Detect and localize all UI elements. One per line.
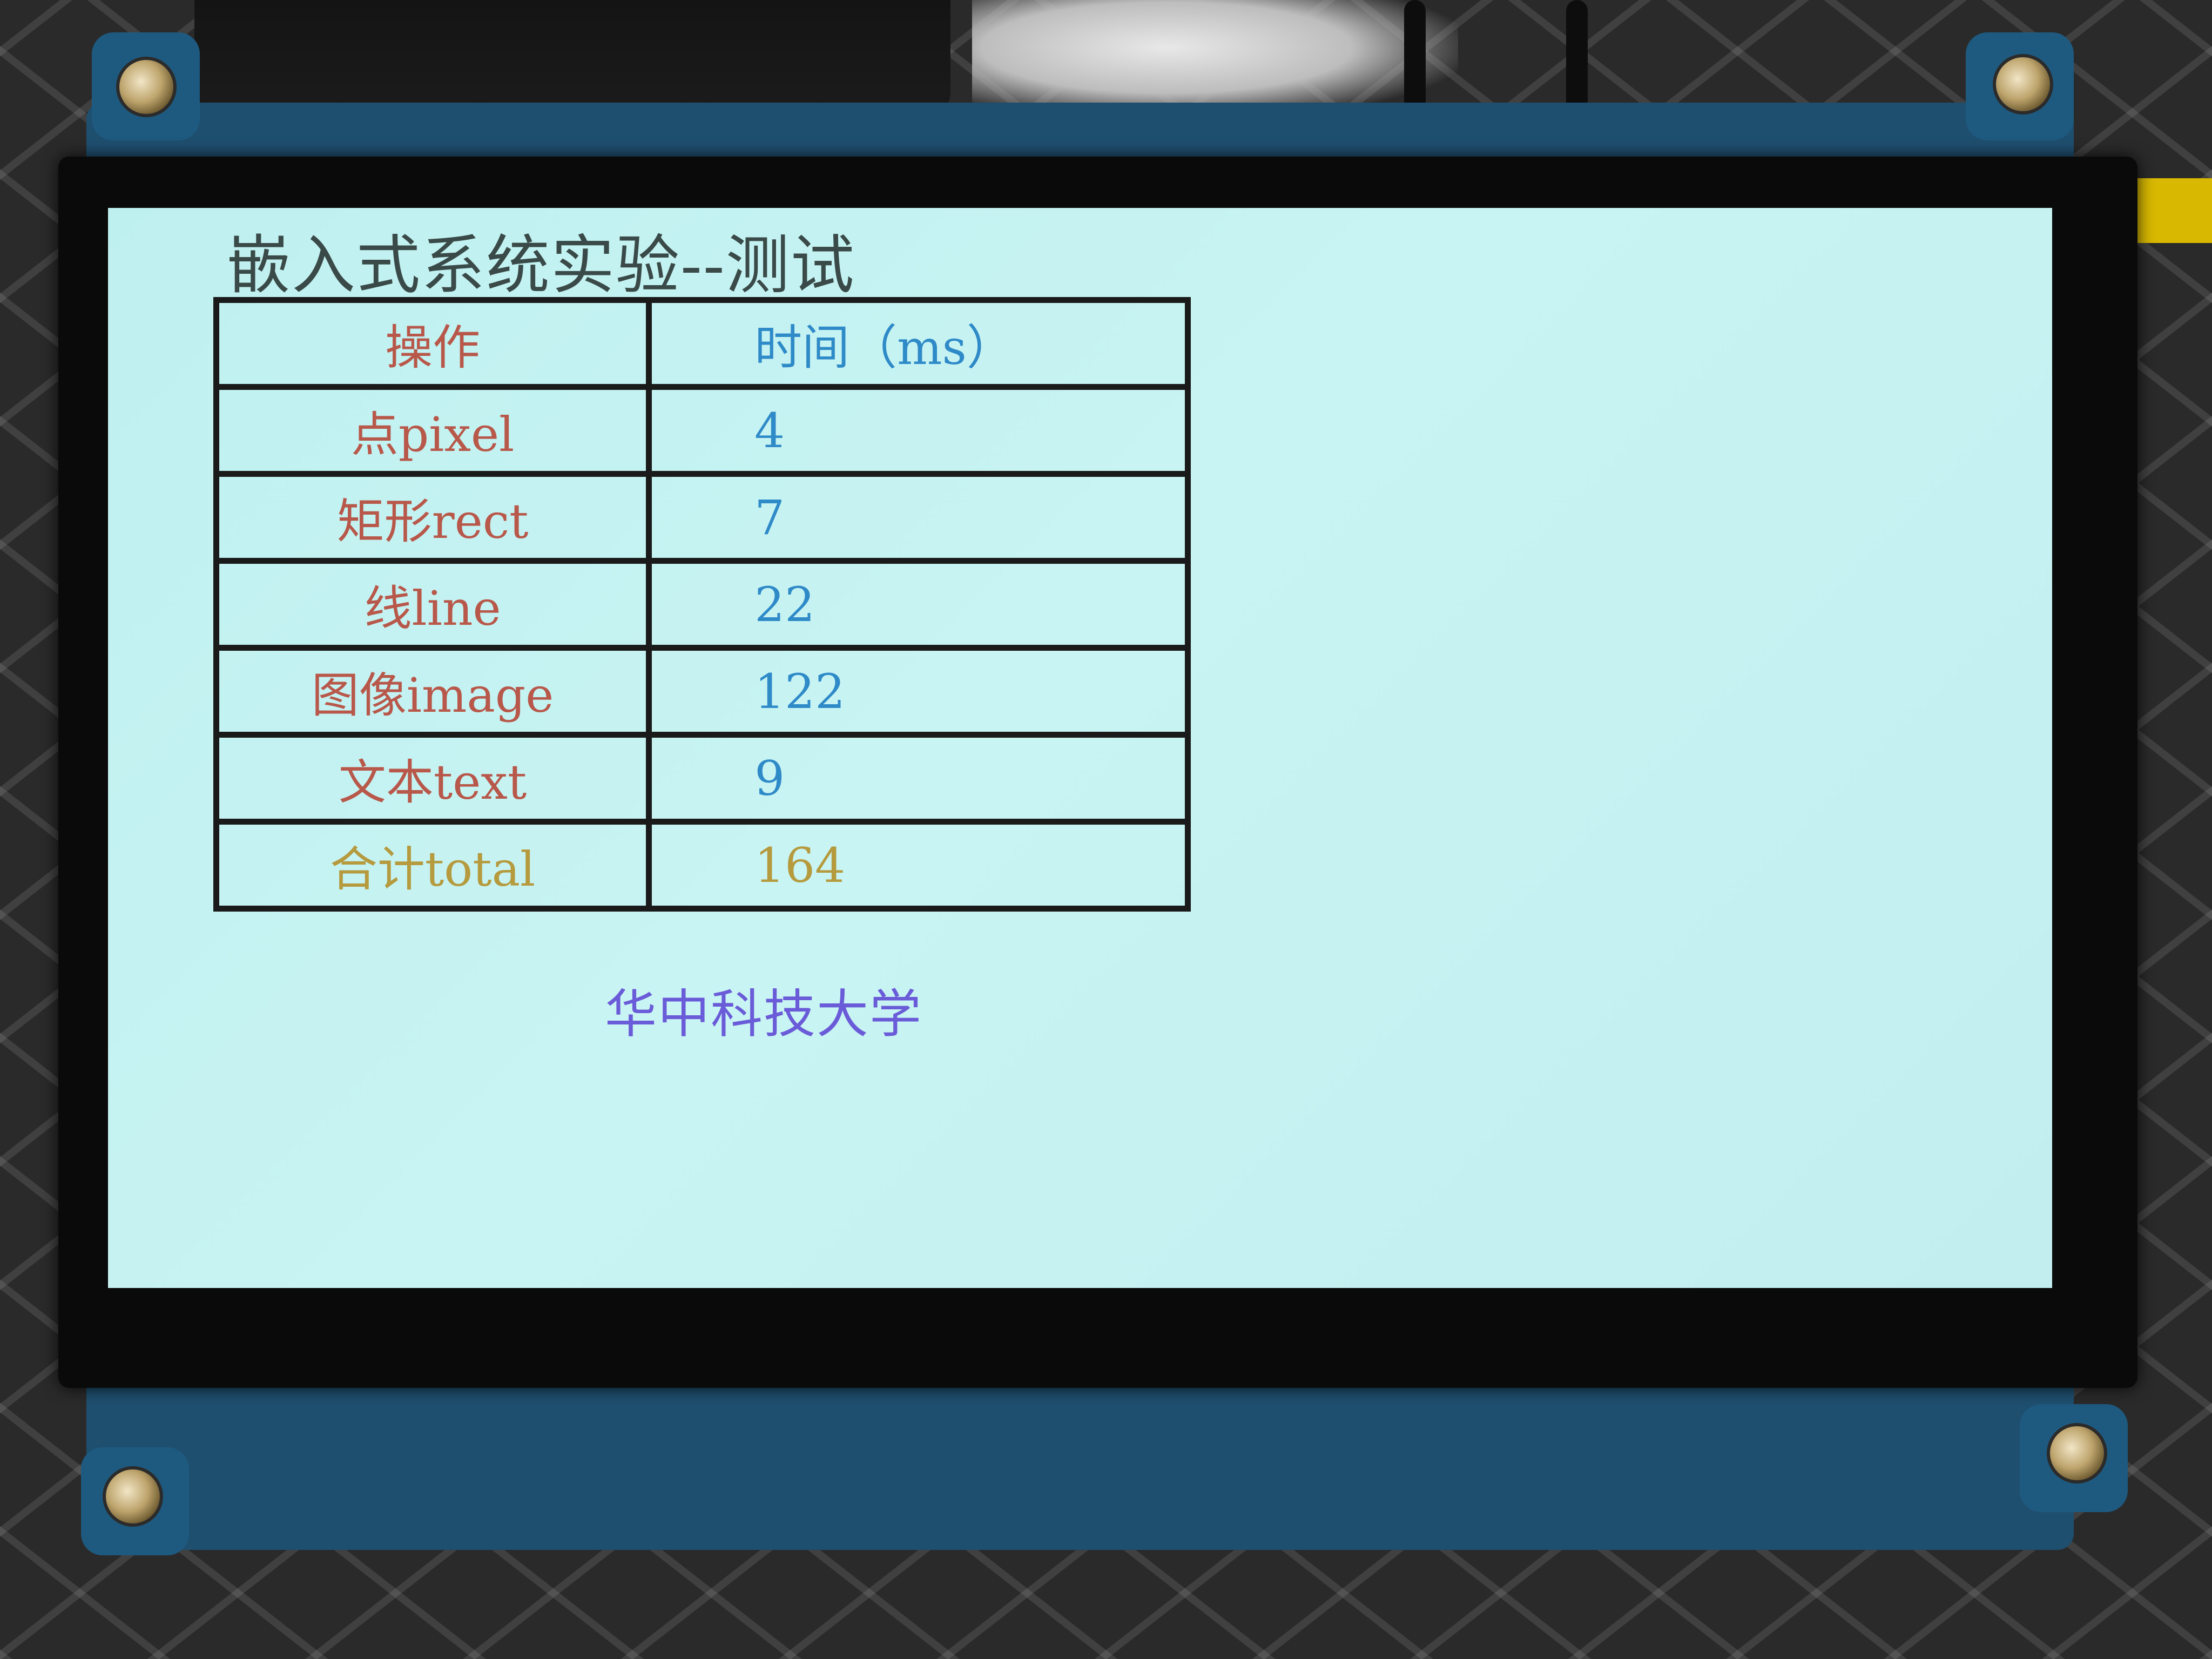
page-title: 嵌入式系统实验--测试 xyxy=(227,228,855,302)
row-operation: 点pixel xyxy=(213,384,652,477)
table-header-row: 操作 时间（ms） xyxy=(213,297,1191,390)
table-row: 矩形rect 7 xyxy=(213,471,1191,564)
benchmark-table: 操作 时间（ms） 点pixel 4 矩形rect 7 线line 22 图像i… xyxy=(213,297,1191,912)
background-object xyxy=(972,0,1458,119)
table-row: 线line 22 xyxy=(213,558,1191,651)
total-operation: 合计total xyxy=(213,819,652,912)
table-row: 图像image 122 xyxy=(213,645,1191,738)
row-time: 9 xyxy=(646,732,1191,825)
row-operation: 文本text xyxy=(213,732,652,825)
row-operation: 矩形rect xyxy=(213,471,652,564)
total-time: 164 xyxy=(646,819,1191,912)
table-total-row: 合计total 164 xyxy=(213,819,1191,912)
footer-university: 华中科技大学 xyxy=(605,984,922,1044)
row-time: 122 xyxy=(646,645,1191,738)
screw-icon xyxy=(116,57,177,117)
screw-icon xyxy=(103,1466,163,1527)
screw-icon xyxy=(2047,1423,2107,1483)
lcd-screen: 嵌入式系统实验--测试 操作 时间（ms） 点pixel 4 矩形rect 7 … xyxy=(108,208,2052,1288)
header-time: 时间（ms） xyxy=(646,297,1191,390)
row-time: 4 xyxy=(646,384,1191,477)
table-row: 点pixel 4 xyxy=(213,384,1191,477)
row-time: 7 xyxy=(646,471,1191,564)
row-time: 22 xyxy=(646,558,1191,651)
screw-icon xyxy=(1993,54,2053,114)
row-operation: 线line xyxy=(213,558,652,651)
table-row: 文本text 9 xyxy=(213,732,1191,825)
header-operation: 操作 xyxy=(213,297,652,390)
row-operation: 图像image xyxy=(213,645,652,738)
